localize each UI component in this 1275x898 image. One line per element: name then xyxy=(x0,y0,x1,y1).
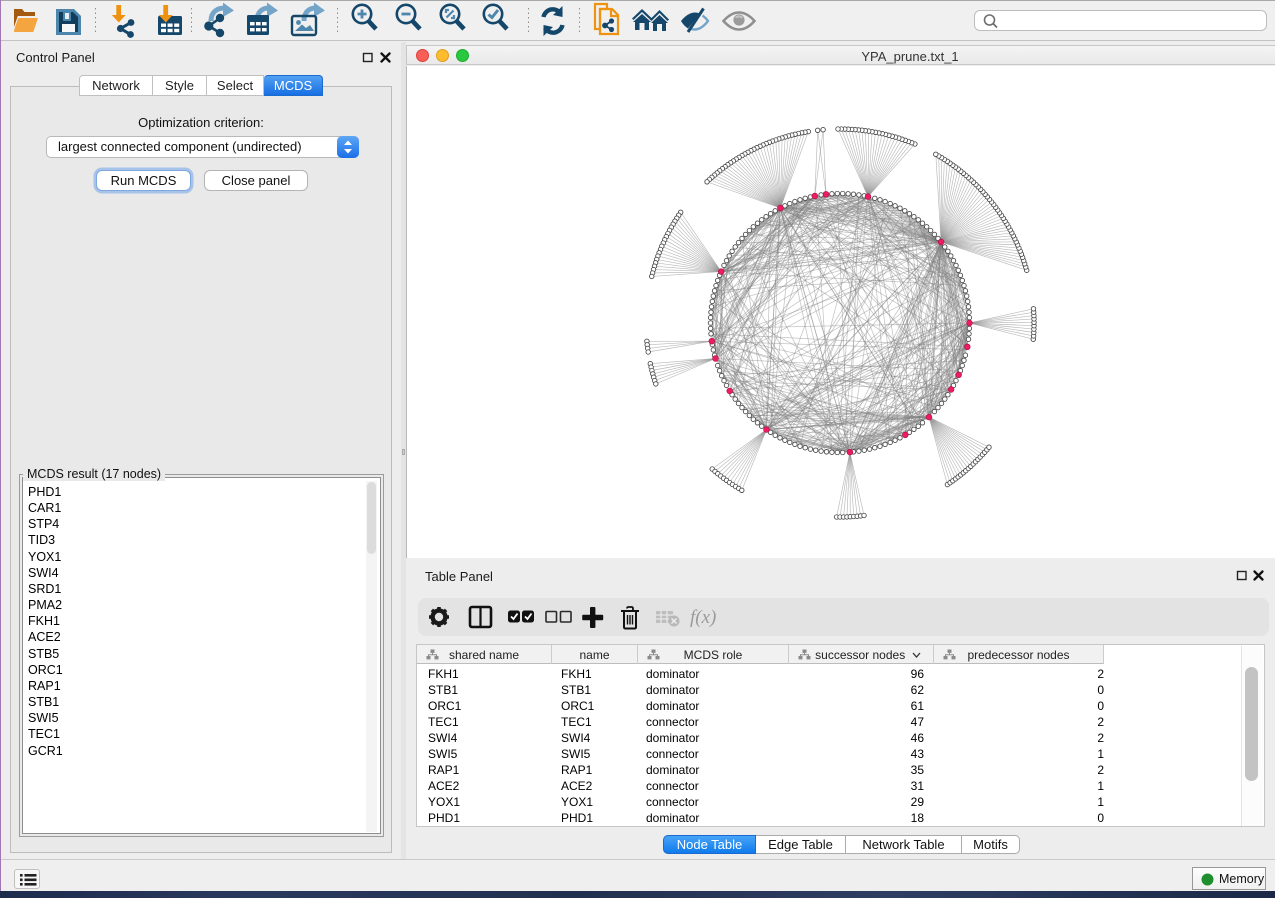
svg-text:f(x): f(x) xyxy=(690,607,716,628)
